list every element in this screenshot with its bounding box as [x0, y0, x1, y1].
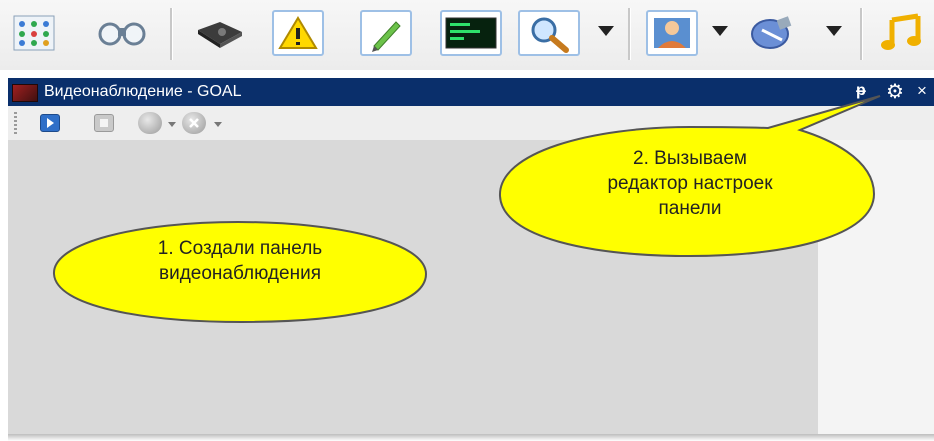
- music-icon[interactable]: [878, 10, 934, 56]
- cancel-icon[interactable]: [182, 112, 206, 134]
- play-icon[interactable]: [40, 114, 60, 132]
- toolbar-separator: [628, 8, 631, 60]
- panel-shadow: [8, 434, 934, 441]
- record-icon[interactable]: [138, 112, 162, 134]
- edit-pencil-icon[interactable]: [360, 10, 412, 56]
- record-dropdown-arrow-icon[interactable]: [168, 122, 176, 127]
- toolbar-grip[interactable]: [14, 112, 17, 136]
- panel-toolbar: [8, 106, 934, 140]
- binoculars-icon[interactable]: [92, 10, 146, 56]
- callout-second-text: 2. Вызываем редактор настроек панели: [510, 146, 870, 221]
- terminal-icon[interactable]: [440, 10, 502, 56]
- callout-first-line2: видеонаблюдения: [159, 263, 321, 284]
- toolbar-separator: [170, 8, 173, 60]
- cancel-dropdown-arrow-icon[interactable]: [214, 122, 222, 127]
- pin-icon[interactable]: ᵽ: [856, 82, 866, 100]
- toolbar-separator: [860, 8, 863, 60]
- callout-second-line2: редактор настроек: [607, 173, 773, 194]
- user-dropdown-arrow-icon[interactable]: [712, 26, 728, 36]
- hard-drive-icon[interactable]: [190, 10, 242, 56]
- network-map-icon[interactable]: [8, 10, 60, 56]
- satellite-icon[interactable]: [742, 10, 804, 56]
- satellite-dropdown-arrow-icon[interactable]: [826, 26, 842, 36]
- panel-titlebar: Видеонаблюдение - GOAL ᵽ ⚙ ×: [8, 78, 934, 106]
- close-icon[interactable]: ×: [917, 81, 927, 101]
- user-icon[interactable]: [646, 10, 698, 56]
- callout-first-line1: 1. Создали панель: [157, 238, 323, 259]
- callout-first-text: 1. Создали панель видеонаблюдения: [60, 236, 420, 286]
- callout-second-line3: панели: [658, 198, 722, 219]
- stop-icon[interactable]: [94, 114, 114, 132]
- panel-camera-icon: [12, 84, 38, 102]
- search-dropdown-arrow-icon[interactable]: [598, 26, 614, 36]
- warning-icon[interactable]: [272, 10, 324, 56]
- callout-second-line1: 2. Вызываем: [633, 148, 747, 169]
- search-magnifier-icon[interactable]: [518, 10, 580, 56]
- panel-title: Видеонаблюдение - GOAL: [44, 83, 242, 100]
- settings-gear-icon[interactable]: ⚙: [886, 79, 904, 104]
- main-toolbar: [0, 0, 934, 70]
